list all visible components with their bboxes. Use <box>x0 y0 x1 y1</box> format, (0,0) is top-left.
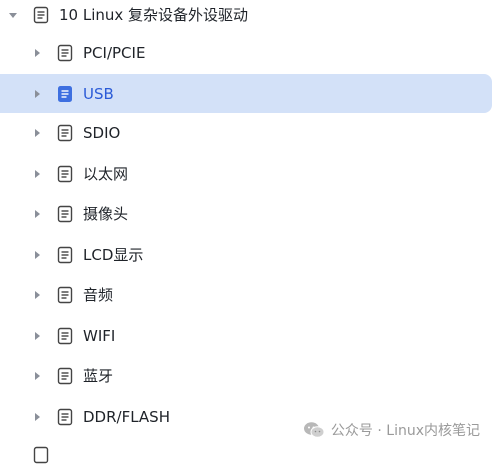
document-icon <box>57 408 73 426</box>
tree-item-label: 以太网 <box>83 165 129 183</box>
tree-item-sdio[interactable]: SDIO <box>0 114 492 152</box>
document-icon <box>33 6 49 24</box>
wechat-icon <box>303 422 325 438</box>
chevron-down-icon[interactable] <box>9 13 17 18</box>
chevron-right-icon[interactable] <box>35 372 40 380</box>
chevron-right-icon[interactable] <box>35 210 40 218</box>
chevron-right-icon[interactable] <box>35 129 40 137</box>
chevron-right-icon[interactable] <box>35 251 40 259</box>
tree-item-label: 音频 <box>83 286 114 304</box>
document-icon <box>57 286 73 304</box>
document-icon <box>33 446 49 464</box>
document-icon <box>57 205 73 223</box>
watermark-text: 公众号 · Linux内核笔记 <box>330 423 480 439</box>
tree-item-label: LCD显示 <box>83 246 144 264</box>
tree-item-label: WIFI <box>83 327 116 345</box>
chevron-right-icon[interactable] <box>35 291 40 299</box>
tree-item-label: PCI/PCIE <box>83 44 146 62</box>
document-icon <box>58 86 72 102</box>
document-icon <box>57 165 73 183</box>
tree-item-wifi[interactable]: WIFI <box>0 317 492 355</box>
tree-item-label: SDIO <box>83 124 121 142</box>
document-icon <box>57 367 73 385</box>
document-icon <box>57 246 73 264</box>
chevron-right-icon[interactable] <box>35 90 40 98</box>
tree-item-lcd-display[interactable]: LCD显示 <box>0 236 492 274</box>
chevron-right-icon[interactable] <box>35 413 40 421</box>
tree-item-audio[interactable]: 音频 <box>0 276 492 314</box>
tree-item-bluetooth[interactable]: 蓝牙 <box>0 357 492 395</box>
watermark: 公众号 · Linux内核笔记 <box>303 420 480 440</box>
tree-item-ethernet[interactable]: 以太网 <box>0 155 492 193</box>
tree-item-label: USB <box>83 85 114 103</box>
document-tree: 10 Linux 复杂设备外设驱动 PCI/PCIE USB SDIO 以太网 … <box>0 0 496 464</box>
chevron-right-icon[interactable] <box>35 49 40 57</box>
tree-item-label: 蓝牙 <box>83 367 114 385</box>
document-icon <box>57 44 73 62</box>
document-icon <box>57 124 73 142</box>
tree-item-label: 10 Linux 复杂设备外设驱动 <box>59 6 249 24</box>
chevron-right-icon[interactable] <box>35 170 40 178</box>
tree-item-pci-pcie[interactable]: PCI/PCIE <box>0 34 492 72</box>
document-icon <box>57 327 73 345</box>
tree-item-label: DDR/FLASH <box>83 408 170 426</box>
tree-item-camera[interactable]: 摄像头 <box>0 195 492 233</box>
tree-item-usb[interactable]: USB <box>0 74 492 113</box>
tree-item-label: 摄像头 <box>83 205 129 223</box>
tree-item-parent[interactable]: 10 Linux 复杂设备外设驱动 <box>0 0 492 34</box>
chevron-right-icon[interactable] <box>35 332 40 340</box>
